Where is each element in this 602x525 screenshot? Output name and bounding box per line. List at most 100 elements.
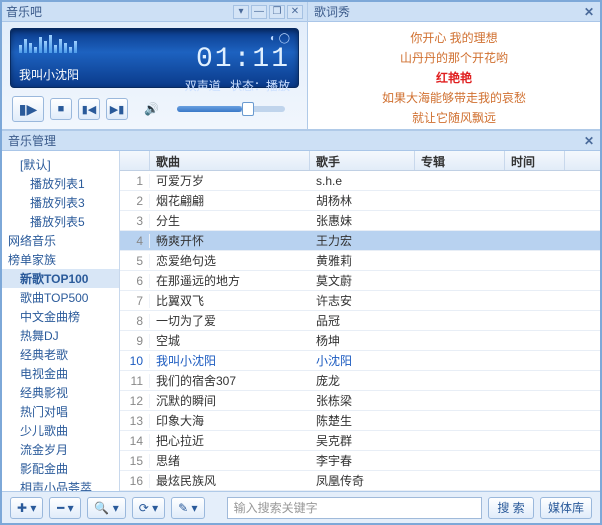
- tree-view[interactable]: [默认]播放列表1播放列表3播放列表5网络音乐榜单家族新歌TOP100歌曲TOP…: [2, 151, 120, 491]
- now-playing-title: 我叫小沈阳: [19, 66, 79, 83]
- remove-button[interactable]: ━ ▾: [49, 497, 81, 519]
- tree-item[interactable]: [默认]: [2, 155, 119, 174]
- prev-button[interactable]: ▮◀: [78, 98, 100, 120]
- volume-slider[interactable]: [177, 106, 285, 112]
- lyric-line: 制作：彩花仙子 414工作室: [314, 128, 594, 129]
- cell-artist: 张惠妹: [310, 212, 415, 229]
- equalizer-icon: [19, 33, 79, 53]
- cell-artist: 李宇春: [310, 452, 415, 469]
- table-row[interactable]: 13印象大海陈楚生: [120, 411, 600, 431]
- tree-item[interactable]: 影配金曲: [2, 459, 119, 478]
- lyric-line: 你开心 我的理想: [314, 28, 594, 48]
- table-row[interactable]: 5恋爱绝句选黄雅莉: [120, 251, 600, 271]
- lyric-line: 就让它随风飘远: [314, 108, 594, 128]
- cell-artist: 胡杨林: [310, 192, 415, 209]
- table-row[interactable]: 7比翼双飞许志安: [120, 291, 600, 311]
- search-button[interactable]: 搜 索: [488, 497, 534, 519]
- col-song[interactable]: 歌曲: [150, 151, 310, 170]
- tree-item[interactable]: 少儿歌曲: [2, 421, 119, 440]
- status-value: 播放: [266, 79, 290, 93]
- cell-artist: 王力宏: [310, 232, 415, 249]
- cell-index: 4: [120, 234, 150, 248]
- minimize-button[interactable]: —: [251, 5, 267, 19]
- tree-item[interactable]: 电视金曲: [2, 364, 119, 383]
- search-input[interactable]: [227, 497, 482, 519]
- channel-label: 双声道: [185, 79, 221, 93]
- tree-item[interactable]: 歌曲TOP500: [2, 288, 119, 307]
- manager-close-icon[interactable]: ✕: [584, 134, 594, 148]
- cell-index: 14: [120, 434, 150, 448]
- cell-artist: 黄雅莉: [310, 252, 415, 269]
- table-row[interactable]: 10我叫小沈阳小沈阳: [120, 351, 600, 371]
- tree-item[interactable]: 新歌TOP100: [2, 269, 119, 288]
- cell-song: 恋爱绝句选: [150, 252, 310, 269]
- cell-song: 一切为了爱: [150, 312, 310, 329]
- close-button[interactable]: ✕: [287, 5, 303, 19]
- tree-item[interactable]: 播放列表5: [2, 212, 119, 231]
- cell-index: 5: [120, 254, 150, 268]
- cell-song: 在那遥远的地方: [150, 272, 310, 289]
- lyric-close-icon[interactable]: ✕: [584, 5, 594, 19]
- tree-item[interactable]: 网络音乐: [2, 231, 119, 250]
- cell-index: 7: [120, 294, 150, 308]
- table-header: 歌曲 歌手 专辑 时间: [120, 151, 600, 171]
- tree-item[interactable]: 热门对唱: [2, 402, 119, 421]
- lyric-panel: 歌词秀 ✕ 你开心 我的理想山丹丹的那个开花哟红艳艳如果大海能够带走我的哀愁就让…: [307, 2, 600, 130]
- cell-song: 畅爽开怀: [150, 232, 310, 249]
- cell-index: 8: [120, 314, 150, 328]
- lyric-title: 歌词秀: [314, 3, 350, 20]
- col-artist[interactable]: 歌手: [310, 151, 415, 170]
- cell-index: 2: [120, 194, 150, 208]
- tree-item[interactable]: 经典影视: [2, 383, 119, 402]
- cell-song: 最炫民族风: [150, 472, 310, 489]
- table-row[interactable]: 15思绪李宇春: [120, 451, 600, 471]
- player-title: 音乐吧: [6, 3, 42, 20]
- table-row[interactable]: 6在那遥远的地方莫文蔚: [120, 271, 600, 291]
- tree-item[interactable]: 相声小品荟萃: [2, 478, 119, 491]
- cell-song: 可爱万岁: [150, 172, 310, 189]
- tree-item[interactable]: 热舞DJ: [2, 326, 119, 345]
- col-time[interactable]: 时间: [505, 151, 565, 170]
- cell-song: 空城: [150, 332, 310, 349]
- cell-song: 我们的宿舍307: [150, 372, 310, 389]
- cell-song: 比翼双飞: [150, 292, 310, 309]
- tree-item[interactable]: 流金岁月: [2, 440, 119, 459]
- add-button[interactable]: ✚ ▾: [10, 497, 43, 519]
- find-button[interactable]: 🔍 ▾: [87, 497, 125, 519]
- table-row[interactable]: 1可爱万岁s.h.e: [120, 171, 600, 191]
- library-button[interactable]: 媒体库: [540, 497, 592, 519]
- cell-artist: 品冠: [310, 312, 415, 329]
- tree-item[interactable]: 经典老歌: [2, 345, 119, 364]
- tree-item[interactable]: 播放列表1: [2, 174, 119, 193]
- table-row[interactable]: 3分生张惠妹: [120, 211, 600, 231]
- player-display: 我叫小沈阳 ◐ ◯ 01:11 双声道 状态：播放: [10, 28, 299, 88]
- status-label: 状态：: [230, 79, 266, 93]
- table-row[interactable]: 8一切为了爱品冠: [120, 311, 600, 331]
- cell-artist: 杨坤: [310, 332, 415, 349]
- cell-artist: 莫文蔚: [310, 272, 415, 289]
- table-row[interactable]: 11我们的宿舍307庞龙: [120, 371, 600, 391]
- cell-index: 1: [120, 174, 150, 188]
- tree-item[interactable]: 播放列表3: [2, 193, 119, 212]
- player-panel: 音乐吧 ▾ — ❐ ✕: [2, 2, 307, 130]
- table-row[interactable]: 9空城杨坤: [120, 331, 600, 351]
- cell-index: 3: [120, 214, 150, 228]
- restore-button[interactable]: ❐: [269, 5, 285, 19]
- cell-index: 11: [120, 374, 150, 388]
- tree-item[interactable]: 榜单家族: [2, 250, 119, 269]
- elapsed-time: 01:11: [185, 44, 290, 75]
- next-button[interactable]: ▶▮: [106, 98, 128, 120]
- col-album[interactable]: 专辑: [415, 151, 505, 170]
- tree-item[interactable]: 中文金曲榜: [2, 307, 119, 326]
- table-body[interactable]: 1可爱万岁s.h.e2烟花翩翩胡杨林3分生张惠妹4畅爽开怀王力宏5恋爱绝句选黄雅…: [120, 171, 600, 491]
- table-row[interactable]: 16最炫民族风凤凰传奇: [120, 471, 600, 491]
- dropdown-button[interactable]: ▾: [233, 5, 249, 19]
- play-pause-button[interactable]: ▮▶: [12, 96, 44, 122]
- table-row[interactable]: 2烟花翩翩胡杨林: [120, 191, 600, 211]
- table-row[interactable]: 14把心拉近吴克群: [120, 431, 600, 451]
- playmode-button[interactable]: ⟳ ▾: [132, 497, 165, 519]
- edit-button[interactable]: ✎ ▾: [171, 497, 204, 519]
- table-row[interactable]: 4畅爽开怀王力宏: [120, 231, 600, 251]
- table-row[interactable]: 12沉默的瞬间张栋梁: [120, 391, 600, 411]
- stop-button[interactable]: ■: [50, 98, 72, 120]
